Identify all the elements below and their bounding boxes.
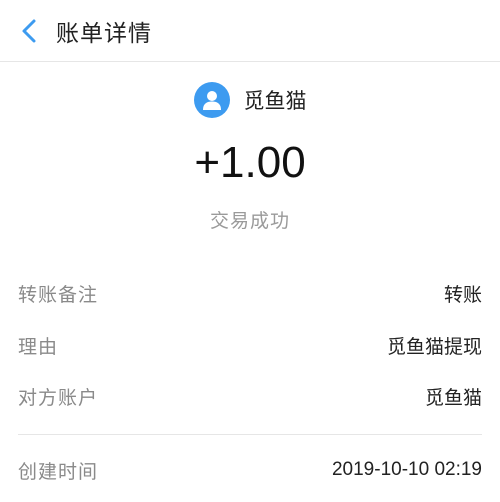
detail-value: 觅鱼猫 bbox=[424, 386, 482, 409]
avatar bbox=[193, 82, 230, 118]
transaction-amount: +1.00 bbox=[194, 138, 306, 187]
payee-name: 觅鱼猫 bbox=[243, 89, 307, 113]
detail-value: 转账 bbox=[443, 283, 482, 306]
transaction-status: 交易成功 bbox=[209, 210, 290, 232]
section-divider bbox=[18, 434, 482, 435]
top-bar: 账单详情 bbox=[0, 0, 500, 62]
detail-row-counterparty: 对方账户 觅鱼猫 bbox=[0, 381, 500, 411]
detail-label: 创建时间 bbox=[18, 460, 99, 483]
page-title: 账单详情 bbox=[56, 20, 152, 47]
detail-row-reason: 理由 觅鱼猫提现 bbox=[0, 330, 500, 360]
detail-row-created-time: 创建时间 2019-10-10 02:19 bbox=[0, 455, 500, 485]
chevron-left-icon bbox=[22, 19, 36, 42]
detail-row-remark: 转账备注 转账 bbox=[0, 278, 500, 308]
detail-value: 2019-10-10 02:19 bbox=[331, 459, 482, 480]
detail-label: 理由 bbox=[18, 335, 59, 358]
detail-value: 觅鱼猫提现 bbox=[386, 335, 482, 358]
payee-info: 觅鱼猫 bbox=[0, 82, 500, 118]
detail-label: 转账备注 bbox=[18, 283, 99, 306]
detail-label: 对方账户 bbox=[18, 386, 99, 409]
back-button[interactable] bbox=[10, 11, 50, 51]
user-icon bbox=[202, 91, 221, 110]
